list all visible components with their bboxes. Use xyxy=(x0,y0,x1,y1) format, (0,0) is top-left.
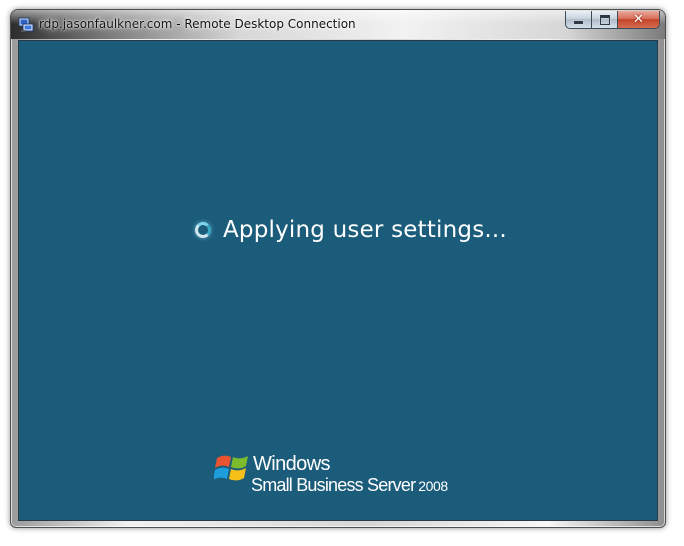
minimize-button[interactable] xyxy=(565,11,591,29)
windows-flag-icon xyxy=(214,455,248,481)
remote-session-screen[interactable]: Applying user settings... Windows Small … xyxy=(18,40,658,521)
title-bar[interactable]: rdp.jasonfaulkner.com - Remote Desktop C… xyxy=(11,10,665,39)
windows-sbs-logo: Windows Small Business Server 2008 xyxy=(214,446,484,496)
remote-desktop-window: rdp.jasonfaulkner.com - Remote Desktop C… xyxy=(10,9,666,528)
close-button[interactable]: ✕ xyxy=(617,11,660,29)
minimize-icon xyxy=(574,21,583,24)
close-icon: ✕ xyxy=(633,12,644,27)
window-controls: ✕ xyxy=(565,11,660,29)
maximize-icon xyxy=(599,14,610,25)
brand-product-line: Small Business Server 2008 xyxy=(251,476,448,494)
brand-version: 2008 xyxy=(418,478,448,494)
loading-spinner-icon xyxy=(195,222,211,238)
remote-desktop-icon[interactable] xyxy=(18,17,34,33)
status-message: Applying user settings... xyxy=(223,217,507,243)
window-title: rdp.jasonfaulkner.com - Remote Desktop C… xyxy=(39,17,356,31)
maximize-button[interactable] xyxy=(591,11,617,29)
login-status: Applying user settings... xyxy=(195,217,507,243)
brand-windows-text: Windows xyxy=(253,453,331,475)
brand-product-name: Small Business Server xyxy=(251,475,416,495)
